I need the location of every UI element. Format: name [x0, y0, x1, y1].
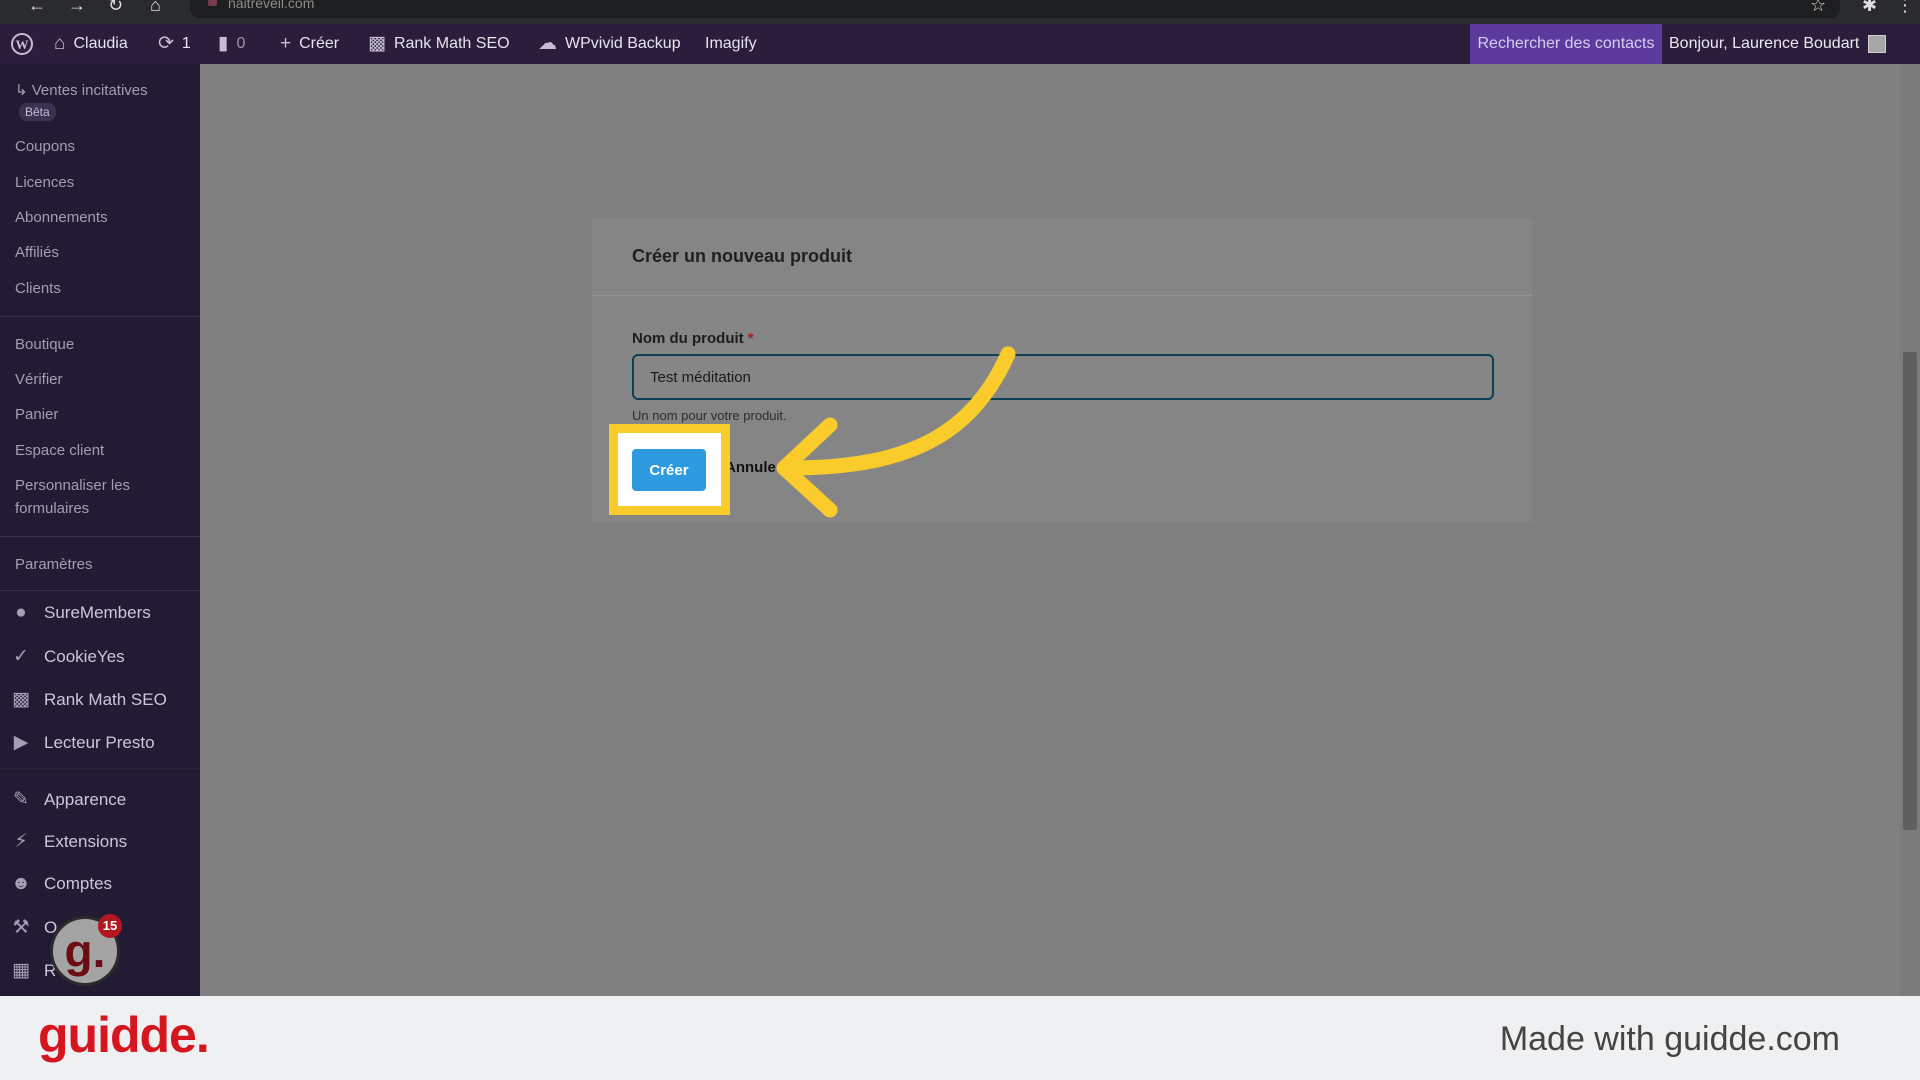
sidebar-item-coupons[interactable]: Coupons: [15, 138, 75, 155]
sidebar-item-formulaires[interactable]: formulaires: [15, 500, 89, 517]
user-icon: ☻: [11, 873, 31, 894]
sidebar-item-panier[interactable]: Panier: [15, 406, 58, 423]
site-favicon-icon: [208, 0, 217, 6]
dialog-header: Créer un nouveau produit: [592, 218, 1532, 296]
sidebar-item-boutique[interactable]: Boutique: [15, 336, 74, 353]
updates-link[interactable]: ⟳ 1: [158, 24, 191, 64]
rank-math-link[interactable]: ▩ Rank Math SEO: [368, 24, 510, 64]
browser-toolbar: ← → ↻ ⌂ naitreveil.com ☆ ✱ ⋮: [0, 0, 1920, 24]
sidebar-item-lecteur-presto[interactable]: ▶ Lecteur Presto: [10, 731, 155, 754]
made-with-text: Made with guidde.com: [1499, 1020, 1840, 1058]
sidebar-item-outils[interactable]: ⚒ O: [10, 916, 57, 939]
bookmark-star-icon[interactable]: ☆: [1810, 0, 1826, 14]
home-icon[interactable]: ⌂: [150, 0, 161, 14]
reload-icon[interactable]: ↻: [108, 0, 123, 14]
sidebar-item-abonnements[interactable]: Abonnements: [15, 209, 108, 226]
presto-icon: ▶: [13, 732, 29, 753]
plus-icon: +: [280, 33, 292, 54]
comment-bubble-icon: ▮: [218, 33, 229, 54]
scrollbar-thumb[interactable]: [1903, 352, 1917, 830]
rank-math-icon: ▩: [12, 689, 30, 710]
sidebar-divider: [0, 590, 200, 591]
imagify-link[interactable]: Imagify: [705, 24, 757, 64]
product-name-input[interactable]: [632, 354, 1494, 400]
sidebar-divider: [0, 768, 200, 769]
comments-link[interactable]: ▮ 0: [218, 24, 245, 64]
user-greeting[interactable]: Bonjour, Laurence Boudart: [1669, 24, 1859, 64]
wordpress-logo-icon[interactable]: W: [10, 24, 34, 64]
svg-text:W: W: [16, 37, 29, 52]
sidebar-item-extensions[interactable]: ⚡ Extensions: [10, 830, 127, 853]
sidebar-item-comptes[interactable]: ☻ Comptes: [10, 873, 112, 895]
guidde-footer: guidde. Made with guidde.com: [0, 996, 1920, 1080]
refresh-icon: ⟳: [158, 33, 174, 54]
forward-icon[interactable]: →: [68, 0, 86, 14]
wpvivid-link[interactable]: ☁ WPvivid Backup: [538, 24, 681, 64]
required-asterisk: *: [747, 330, 754, 347]
sidebar-item-apparence[interactable]: ✎ Apparence: [10, 788, 126, 811]
sidebar-item-clients[interactable]: Clients: [15, 280, 61, 297]
sidebar-item-rank-math[interactable]: ▩ Rank Math SEO: [10, 688, 167, 711]
back-icon[interactable]: ←: [28, 0, 46, 14]
sidebar-item-licences[interactable]: Licences: [15, 174, 74, 191]
create-new-link[interactable]: + Créer: [280, 24, 339, 64]
notification-count-badge: 15: [98, 914, 122, 938]
sidebar-item-espace-client[interactable]: Espace client: [15, 442, 104, 459]
settings-icon: ▦: [12, 960, 30, 981]
cloud-icon: ☁: [538, 33, 557, 54]
main-content-overlay: [200, 64, 1900, 996]
search-contacts-button[interactable]: Rechercher des contacts: [1470, 24, 1662, 64]
sidebar-item-reglages[interactable]: ▦ R: [10, 959, 56, 982]
extensions-puzzle-icon[interactable]: ✱: [1862, 0, 1877, 14]
sidebar-item-suremembers[interactable]: ● SureMembers: [10, 602, 151, 624]
sidebar-divider: [0, 536, 200, 537]
sidebar-item-personnaliser[interactable]: Personnaliser les: [15, 477, 130, 494]
browser-menu-icon[interactable]: ⋮: [1896, 0, 1914, 14]
create-button[interactable]: Créer: [632, 449, 706, 491]
wrench-icon: ⚒: [12, 917, 30, 938]
address-bar[interactable]: naitreveil.com: [190, 0, 1840, 18]
guidde-logo: guidde.: [38, 1007, 210, 1063]
sidebar-item-verifier[interactable]: Vérifier: [15, 371, 63, 388]
brush-icon: ✎: [13, 789, 29, 810]
product-name-help: Un nom pour votre produit.: [632, 408, 787, 423]
site-name-link[interactable]: ⌂ Claudia: [54, 24, 128, 64]
sidebar-divider: [0, 316, 200, 317]
sidebar-item-ventes-incitatives[interactable]: ↳ Ventes incitatives: [15, 81, 148, 99]
rank-math-chart-icon: ▩: [368, 33, 386, 54]
product-name-label: Nom du produit *: [632, 330, 754, 347]
dialog-title: Créer un nouveau produit: [632, 246, 853, 266]
plugin-icon: ⚡: [14, 831, 28, 852]
beta-badge: Bêta: [19, 103, 56, 121]
house-icon: ⌂: [54, 33, 66, 54]
avatar[interactable]: [1868, 35, 1886, 53]
sidebar-item-affilies[interactable]: Affiliés: [15, 244, 59, 261]
admin-sidebar: ↳ Ventes incitatives Bêta Coupons Licenc…: [0, 64, 200, 996]
cancel-link[interactable]: Annule: [725, 459, 776, 476]
url-text: naitreveil.com: [228, 0, 315, 11]
suremembers-icon: ●: [15, 602, 27, 623]
sidebar-item-cookieyes[interactable]: ✓ CookieYes: [10, 645, 125, 668]
sidebar-item-parametres[interactable]: Paramètres: [15, 556, 93, 573]
create-product-dialog: Créer un nouveau produit Nom du produit *…: [592, 218, 1532, 522]
cookieyes-icon: ✓: [13, 646, 29, 667]
